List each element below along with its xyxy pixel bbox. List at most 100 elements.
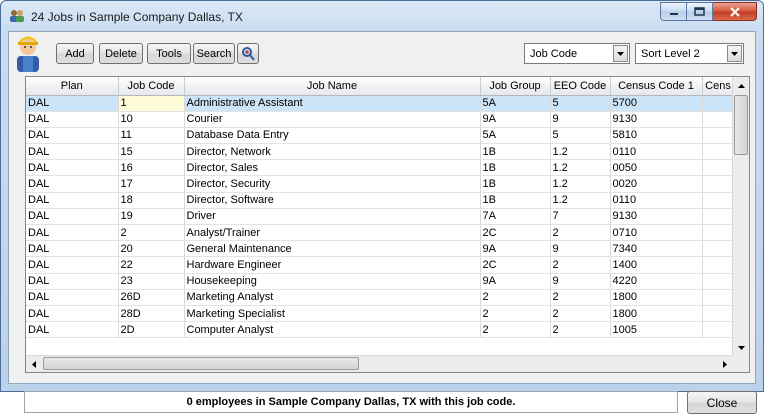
- title-bar[interactable]: 24 Jobs in Sample Company Dallas, TX: [1, 1, 763, 31]
- table-cell[interactable]: DAL: [26, 127, 119, 145]
- table-cell[interactable]: 5810: [610, 127, 703, 145]
- column-header[interactable]: Plan: [26, 77, 119, 96]
- table-row[interactable]: DAL 11 Database Data Entry 5A 5 5810: [26, 127, 735, 145]
- table-cell[interactable]: 1.2: [550, 175, 611, 193]
- table-cell[interactable]: Marketing Specialist: [184, 305, 481, 323]
- table-row[interactable]: DAL 10 Courier 9A 9 9130: [26, 111, 735, 128]
- table-cell[interactable]: [702, 289, 735, 306]
- table-cell[interactable]: 22: [118, 256, 185, 274]
- table-cell[interactable]: 0110: [610, 192, 703, 209]
- table-cell[interactable]: 19: [118, 208, 185, 226]
- table-cell[interactable]: 1800: [610, 289, 703, 306]
- table-cell[interactable]: 2C: [480, 224, 551, 242]
- table-row[interactable]: DAL 26D Marketing Analyst 2 2 1800: [26, 289, 735, 306]
- table-cell[interactable]: 5: [550, 127, 611, 145]
- table-cell[interactable]: Computer Analyst: [184, 321, 481, 339]
- table-cell[interactable]: [702, 95, 735, 112]
- table-cell[interactable]: 2: [480, 321, 551, 339]
- table-cell[interactable]: [702, 159, 735, 177]
- table-cell[interactable]: 0110: [610, 143, 703, 161]
- table-cell[interactable]: 23: [118, 273, 185, 290]
- table-cell[interactable]: 1800: [610, 305, 703, 323]
- table-cell[interactable]: 28D: [118, 305, 185, 323]
- table-cell[interactable]: DAL: [26, 111, 119, 128]
- table-cell[interactable]: [702, 305, 735, 323]
- scroll-up-icon[interactable]: [733, 77, 749, 94]
- table-cell[interactable]: 1B: [480, 192, 551, 209]
- table-cell[interactable]: 2: [550, 321, 611, 339]
- delete-button[interactable]: Delete: [99, 43, 143, 64]
- table-cell[interactable]: DAL: [26, 273, 119, 290]
- table-cell[interactable]: 9A: [480, 240, 551, 258]
- table-cell[interactable]: [702, 224, 735, 242]
- column-header[interactable]: EEO Code: [550, 77, 611, 96]
- table-cell[interactable]: 15: [118, 143, 185, 161]
- table-cell[interactable]: Analyst/Trainer: [184, 224, 481, 242]
- tools-button[interactable]: Tools: [147, 43, 191, 64]
- table-cell[interactable]: Administrative Assistant: [184, 95, 481, 112]
- table-cell[interactable]: General Maintenance: [184, 240, 481, 258]
- table-cell[interactable]: 0050: [610, 159, 703, 177]
- table-row[interactable]: DAL 23 Housekeeping 9A 9 4220: [26, 273, 735, 290]
- table-cell[interactable]: 2: [550, 305, 611, 323]
- table-cell[interactable]: 1.2: [550, 143, 611, 161]
- table-cell[interactable]: 5A: [480, 127, 551, 145]
- table-cell[interactable]: DAL: [26, 95, 119, 112]
- table-cell[interactable]: DAL: [26, 143, 119, 161]
- horizontal-scrollbar[interactable]: [26, 355, 733, 372]
- table-cell[interactable]: DAL: [26, 321, 119, 339]
- table-cell[interactable]: 9: [550, 240, 611, 258]
- table-cell[interactable]: DAL: [26, 256, 119, 274]
- table-row[interactable]: DAL 2D Computer Analyst 2 2 1005: [26, 321, 735, 339]
- table-cell[interactable]: 2: [118, 224, 185, 242]
- table-cell[interactable]: 2: [550, 224, 611, 242]
- table-cell[interactable]: 1005: [610, 321, 703, 339]
- table-cell[interactable]: [702, 192, 735, 209]
- sort-level-select[interactable]: Sort Level 2: [635, 43, 744, 64]
- table-row[interactable]: DAL 19 Driver 7A 7 9130: [26, 208, 735, 226]
- column-header[interactable]: Job Group: [480, 77, 551, 96]
- table-cell[interactable]: 5700: [610, 95, 703, 112]
- table-row[interactable]: DAL 17 Director, Security 1B 1.2 0020: [26, 175, 735, 193]
- table-row[interactable]: DAL 1 Administrative Assistant 5A 5 5700: [26, 95, 735, 112]
- table-cell[interactable]: Marketing Analyst: [184, 289, 481, 306]
- table-cell[interactable]: 5: [550, 95, 611, 112]
- people-search-button[interactable]: [237, 43, 259, 64]
- search-button[interactable]: Search: [193, 43, 235, 64]
- vertical-scrollbar[interactable]: [732, 77, 749, 356]
- close-button[interactable]: Close: [687, 391, 757, 414]
- table-cell[interactable]: 2: [550, 289, 611, 306]
- close-window-button[interactable]: [713, 2, 757, 21]
- scroll-down-icon[interactable]: [733, 339, 749, 356]
- table-cell[interactable]: 2C: [480, 256, 551, 274]
- table-cell[interactable]: 18: [118, 192, 185, 209]
- table-cell[interactable]: 0710: [610, 224, 703, 242]
- table-cell[interactable]: Hardware Engineer: [184, 256, 481, 274]
- table-cell[interactable]: 7: [550, 208, 611, 226]
- table-row[interactable]: DAL 28D Marketing Specialist 2 2 1800: [26, 305, 735, 323]
- table-cell[interactable]: [702, 240, 735, 258]
- table-cell[interactable]: 11: [118, 127, 185, 145]
- table-cell[interactable]: 7340: [610, 240, 703, 258]
- scroll-right-icon[interactable]: [717, 356, 733, 372]
- table-cell[interactable]: [702, 208, 735, 226]
- table-cell[interactable]: 9A: [480, 273, 551, 290]
- table-cell[interactable]: DAL: [26, 192, 119, 209]
- table-cell[interactable]: [702, 143, 735, 161]
- table-cell[interactable]: DAL: [26, 240, 119, 258]
- table-cell[interactable]: Director, Software: [184, 192, 481, 209]
- table-row[interactable]: DAL 2 Analyst/Trainer 2C 2 0710: [26, 224, 735, 242]
- sort-field-select[interactable]: Job Code: [524, 43, 630, 64]
- table-cell[interactable]: Driver: [184, 208, 481, 226]
- table-cell[interactable]: [702, 127, 735, 145]
- table-cell[interactable]: [702, 111, 735, 128]
- table-cell[interactable]: 20: [118, 240, 185, 258]
- table-row[interactable]: DAL 16 Director, Sales 1B 1.2 0050: [26, 159, 735, 177]
- table-row[interactable]: DAL 22 Hardware Engineer 2C 2 1400: [26, 256, 735, 274]
- scroll-left-icon[interactable]: [26, 356, 42, 372]
- table-cell[interactable]: Director, Sales: [184, 159, 481, 177]
- table-cell[interactable]: 4220: [610, 273, 703, 290]
- table-cell[interactable]: 9130: [610, 111, 703, 128]
- table-cell[interactable]: 5A: [480, 95, 551, 112]
- table-cell[interactable]: DAL: [26, 305, 119, 323]
